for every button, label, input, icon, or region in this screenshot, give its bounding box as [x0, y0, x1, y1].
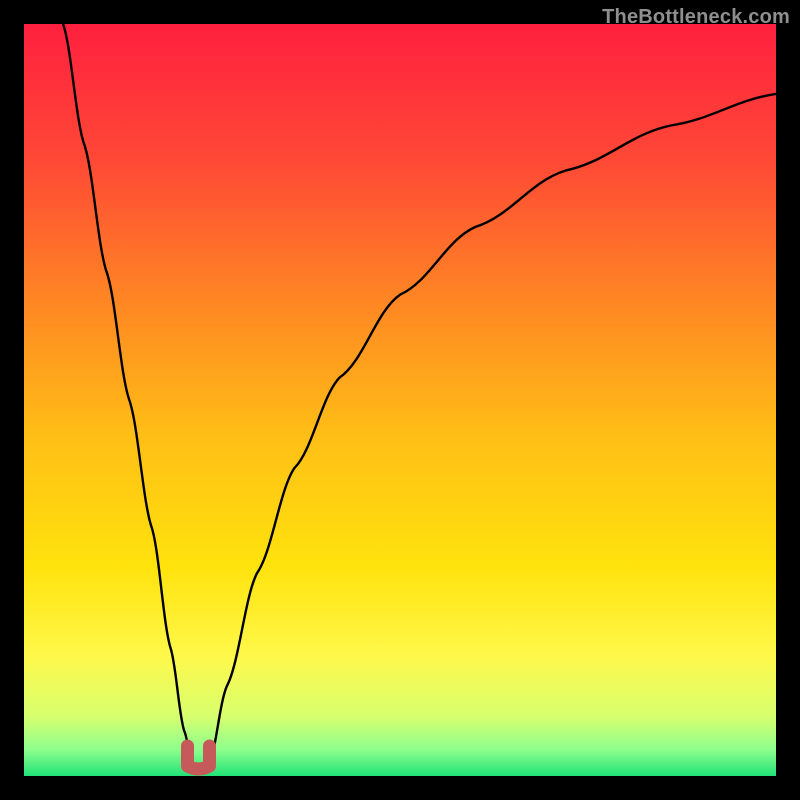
bottleneck-curve — [24, 24, 776, 776]
curve-right-branch — [208, 94, 776, 769]
watermark-text: TheBottleneck.com — [602, 6, 790, 29]
minimum-marker — [188, 746, 210, 769]
chart-frame: TheBottleneck.com — [0, 0, 800, 800]
curve-left-branch — [63, 24, 193, 769]
